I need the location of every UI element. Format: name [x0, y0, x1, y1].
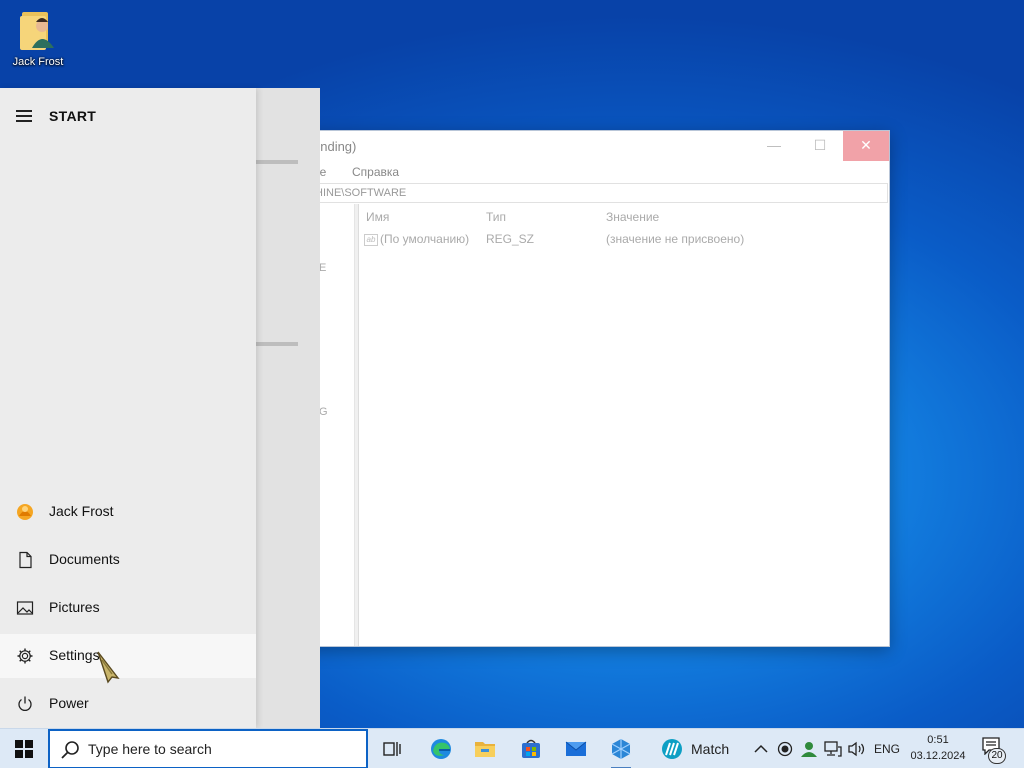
search-icon [61, 741, 79, 759]
chevron-up-icon [754, 744, 768, 753]
start-item-settings[interactable]: Settings [0, 634, 256, 678]
tray-overflow-button[interactable] [752, 729, 770, 768]
user-tray-icon [801, 742, 817, 757]
notification-count-badge: 20 [988, 748, 1006, 764]
notification-center-button[interactable]: 20 [978, 729, 1024, 768]
string-value-icon: ab [364, 233, 378, 246]
start-title: START [49, 108, 97, 124]
pictures-icon [16, 599, 34, 617]
user-folder-icon [18, 8, 58, 54]
tray-record-button[interactable] [774, 729, 796, 768]
hamburger-menu-icon[interactable] [16, 110, 34, 122]
menu-bar: ое Справка [257, 163, 889, 183]
column-header-value[interactable]: Значение [606, 210, 659, 224]
close-button[interactable]: ✕ [843, 131, 889, 161]
pane-splitter[interactable] [355, 204, 359, 646]
start-menu: START Jack Frost Documents Pictures Sett [0, 88, 320, 728]
start-item-label: Power [49, 695, 89, 711]
start-header[interactable]: START [0, 98, 256, 134]
start-item-label: Documents [49, 551, 120, 567]
start-item-user[interactable]: Jack Frost [0, 490, 256, 534]
edge-icon [431, 739, 451, 759]
taskbar-clock[interactable]: 0:51 03.12.2024 [900, 732, 976, 764]
task-view-icon [383, 742, 401, 756]
match-app-label: Match [691, 741, 730, 757]
registry-editor-window[interactable]: onding) — ☐ ✕ ое Справка HINE\SOFTWARE E… [256, 130, 890, 647]
value-name: (По умолчанию) [380, 232, 470, 246]
taskbar: Type here to search Match ENG 0:51 03.12… [0, 728, 1024, 768]
file-explorer-button[interactable] [463, 729, 507, 768]
app-icon [611, 739, 631, 759]
gear-icon [16, 647, 34, 665]
windows-logo-icon [15, 740, 33, 758]
window-titlebar[interactable]: onding) — ☐ ✕ [257, 131, 889, 163]
power-icon [16, 695, 34, 713]
file-explorer-icon [475, 742, 495, 757]
start-item-documents[interactable]: Documents [0, 538, 256, 582]
start-item-power[interactable]: Power [0, 682, 256, 726]
column-header-name[interactable]: Имя [366, 210, 389, 224]
desktop-icon-label: Jack Frost [12, 56, 64, 68]
tree-item-partial[interactable]: E [319, 262, 326, 274]
address-bar[interactable]: HINE\SOFTWARE [258, 183, 888, 203]
record-icon [777, 741, 793, 757]
store-button[interactable] [509, 729, 553, 768]
user-avatar-icon [16, 503, 34, 521]
tray-user-button[interactable] [798, 729, 820, 768]
start-item-pictures[interactable]: Pictures [0, 586, 256, 630]
document-icon [16, 551, 34, 569]
pinned-app-button[interactable] [599, 729, 643, 768]
match-app-button[interactable]: Match [652, 729, 740, 768]
column-header-type[interactable]: Тип [486, 210, 506, 224]
tile-group-divider [256, 342, 298, 346]
store-icon [522, 739, 540, 758]
minimize-button[interactable]: — [751, 131, 797, 161]
language-indicator[interactable]: ENG [872, 729, 900, 768]
tray-volume-button[interactable] [846, 729, 868, 768]
task-view-button[interactable] [370, 729, 414, 768]
start-tiles-area [256, 88, 320, 728]
table-row[interactable]: ab (По умолчанию) REG_SZ (значение не при… [360, 232, 889, 248]
list-header: Имя Тип Значение [360, 210, 889, 226]
match-app-icon [662, 739, 682, 759]
volume-icon [848, 741, 865, 757]
value-data: (значение не присвоено) [606, 232, 745, 246]
values-list[interactable]: Имя Тип Значение ab (По умолчанию) REG_SZ… [360, 204, 889, 646]
maximize-button[interactable]: ☐ [797, 131, 843, 161]
network-icon [824, 741, 842, 757]
language-label: ENG [874, 742, 901, 756]
start-item-label: Pictures [49, 599, 100, 615]
value-type: REG_SZ [486, 232, 535, 246]
start-rail: START Jack Frost Documents Pictures Sett [0, 88, 256, 728]
taskbar-search-box[interactable]: Type here to search [48, 729, 368, 768]
mail-button[interactable] [554, 729, 598, 768]
search-placeholder: Type here to search [88, 741, 212, 757]
start-button[interactable] [0, 729, 48, 768]
clock-time: 0:51 [927, 734, 949, 746]
start-item-label: Jack Frost [49, 503, 114, 519]
edge-button[interactable] [419, 729, 463, 768]
tray-network-button[interactable] [822, 729, 844, 768]
start-item-label: Settings [49, 647, 100, 663]
clock-date: 03.12.2024 [910, 750, 966, 762]
tile-group-divider [256, 160, 298, 164]
mouse-cursor-icon [96, 650, 122, 688]
menu-item-help[interactable]: Справка [352, 165, 399, 179]
mail-icon [565, 741, 587, 756]
desktop-icon-jack-frost[interactable]: Jack Frost [6, 8, 70, 68]
tree-item-partial[interactable]: G [319, 406, 328, 418]
